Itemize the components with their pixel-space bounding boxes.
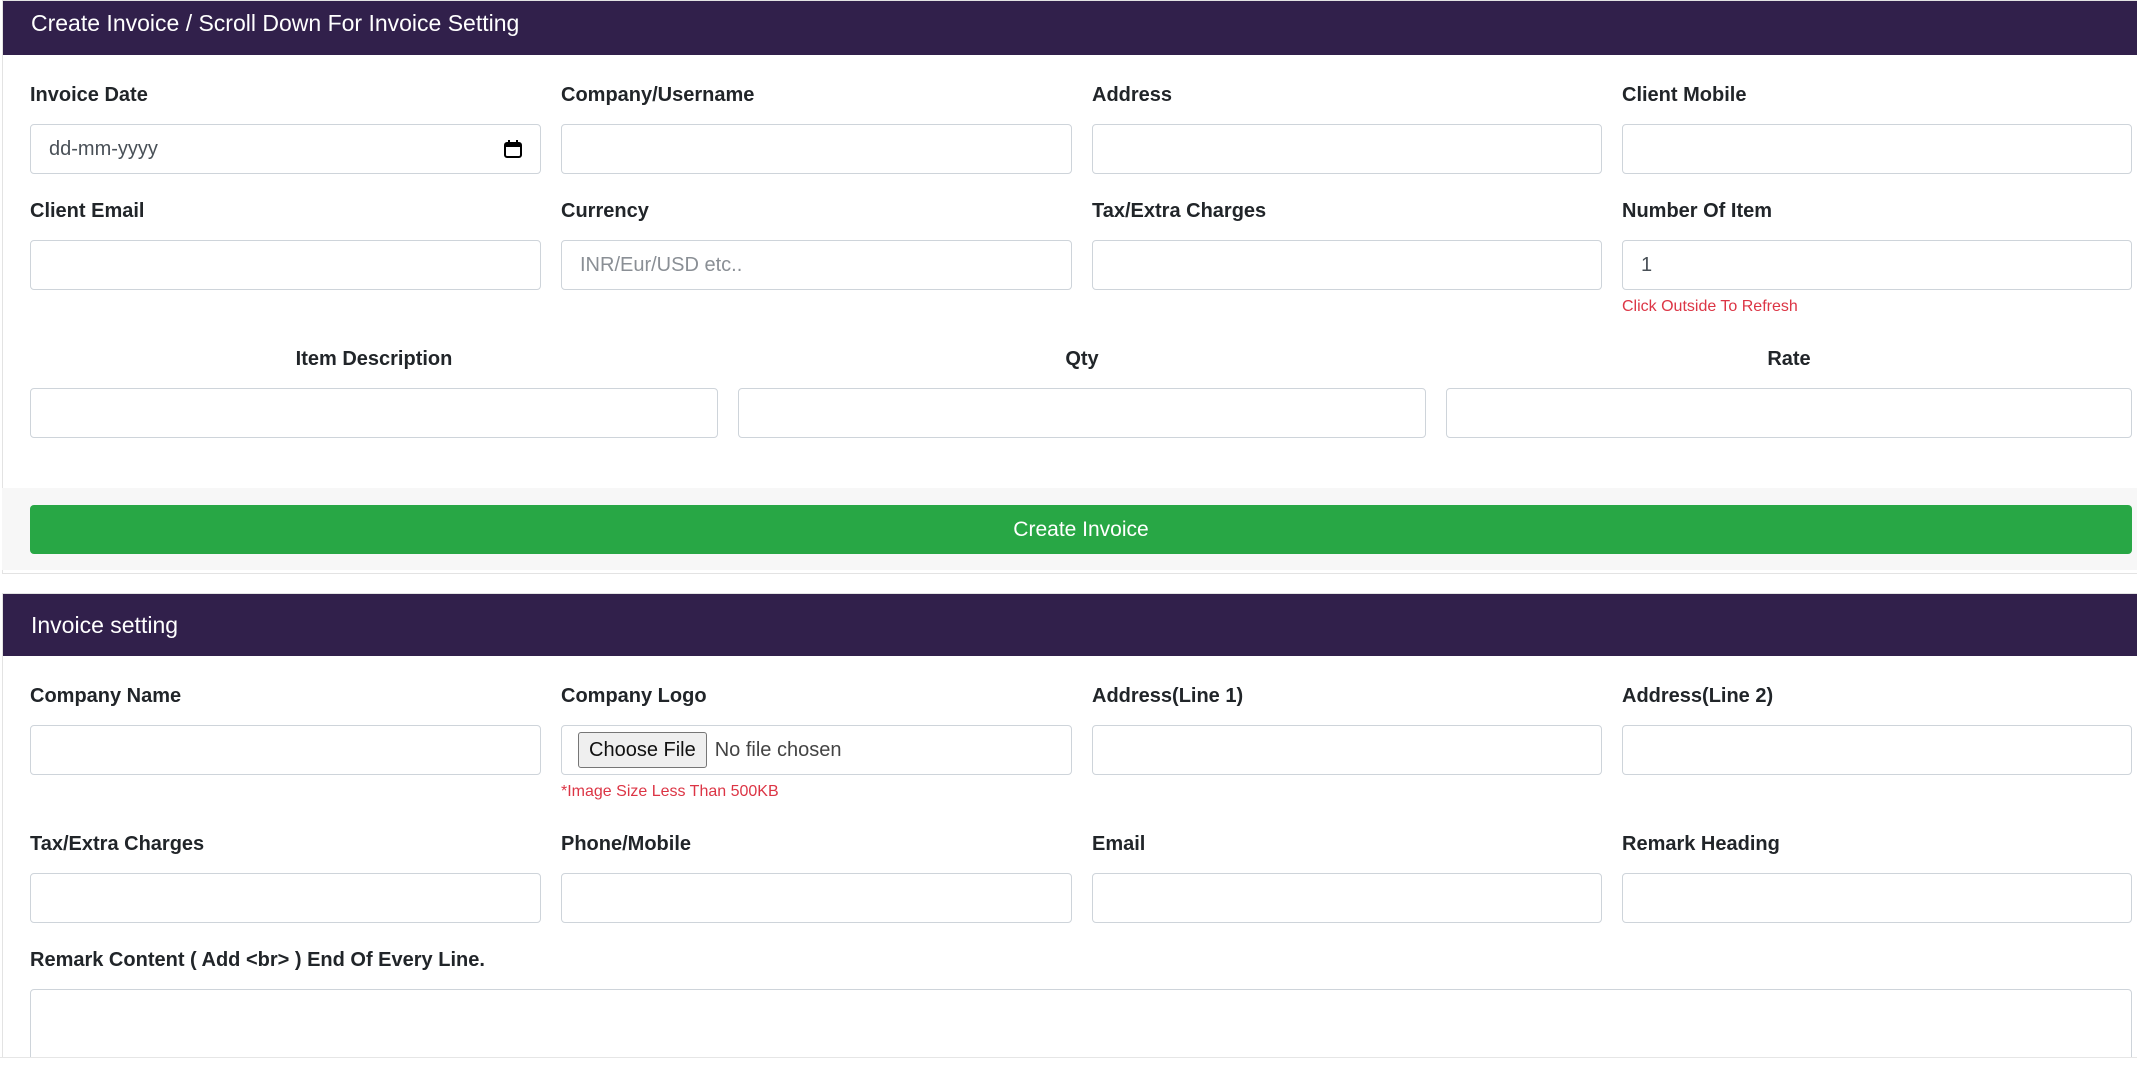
create-invoice-header: Create Invoice / Scroll Down For Invoice… — [3, 1, 2137, 55]
address-label: Address — [1092, 84, 1173, 106]
remark-heading-input[interactable] — [1622, 873, 2132, 923]
company-username-label: Company/Username — [561, 84, 755, 106]
address-line1-input[interactable] — [1092, 725, 1602, 775]
currency-label: Currency — [561, 200, 649, 222]
rate-label: Rate — [1767, 348, 1811, 370]
address-line1-label: Address(Line 1) — [1092, 685, 1244, 707]
email-input[interactable] — [1092, 873, 1602, 923]
bottom-scroll-edge — [0, 1057, 2137, 1091]
qty-input[interactable] — [738, 388, 1426, 438]
rate-input[interactable] — [1446, 388, 2132, 438]
setting-tax-extra-label: Tax/Extra Charges — [30, 833, 205, 855]
company-username-input[interactable] — [561, 124, 1072, 174]
client-mobile-input[interactable] — [1622, 124, 2132, 174]
currency-input[interactable] — [561, 240, 1072, 290]
choose-file-button[interactable]: Choose File — [578, 732, 707, 768]
client-email-label: Client Email — [30, 200, 145, 222]
phone-mobile-label: Phone/Mobile — [561, 833, 691, 855]
company-logo-label: Company Logo — [561, 685, 707, 707]
number-of-item-input[interactable] — [1622, 240, 2132, 290]
create-invoice-button[interactable]: Create Invoice — [30, 505, 2132, 554]
remark-content-label: Remark Content ( Add <br> ) End Of Every… — [30, 949, 485, 971]
file-status-text: No file chosen — [714, 739, 842, 761]
client-mobile-label: Client Mobile — [1622, 84, 1747, 106]
company-name-input[interactable] — [30, 725, 541, 775]
tax-extra-label: Tax/Extra Charges — [1092, 200, 1267, 222]
qty-label: Qty — [1065, 348, 1099, 370]
email-label: Email — [1092, 833, 1146, 855]
address-line2-label: Address(Line 2) — [1622, 685, 1774, 707]
phone-mobile-input[interactable] — [561, 873, 1072, 923]
logo-size-hint: *Image Size Less Than 500KB — [561, 783, 779, 800]
calendar-icon[interactable] — [504, 140, 522, 158]
number-of-item-label: Number Of Item — [1622, 200, 1773, 222]
client-email-input[interactable] — [30, 240, 541, 290]
item-description-input[interactable] — [30, 388, 718, 438]
invoice-date-input[interactable]: dd-mm-yyyy — [30, 124, 541, 174]
refresh-hint: Click Outside To Refresh — [1622, 298, 1798, 315]
remark-heading-label: Remark Heading — [1622, 833, 1780, 855]
item-description-label: Item Description — [295, 348, 453, 370]
invoice-date-placeholder: dd-mm-yyyy — [49, 138, 158, 160]
setting-tax-extra-input[interactable] — [30, 873, 541, 923]
company-name-label: Company Name — [30, 685, 182, 707]
address-line2-input[interactable] — [1622, 725, 2132, 775]
invoice-setting-header: Invoice setting — [3, 594, 2137, 656]
address-input[interactable] — [1092, 124, 1602, 174]
company-logo-file-input[interactable]: Choose File No file chosen — [561, 725, 1072, 775]
invoice-date-label: Invoice Date — [30, 84, 148, 106]
tax-extra-input[interactable] — [1092, 240, 1602, 290]
